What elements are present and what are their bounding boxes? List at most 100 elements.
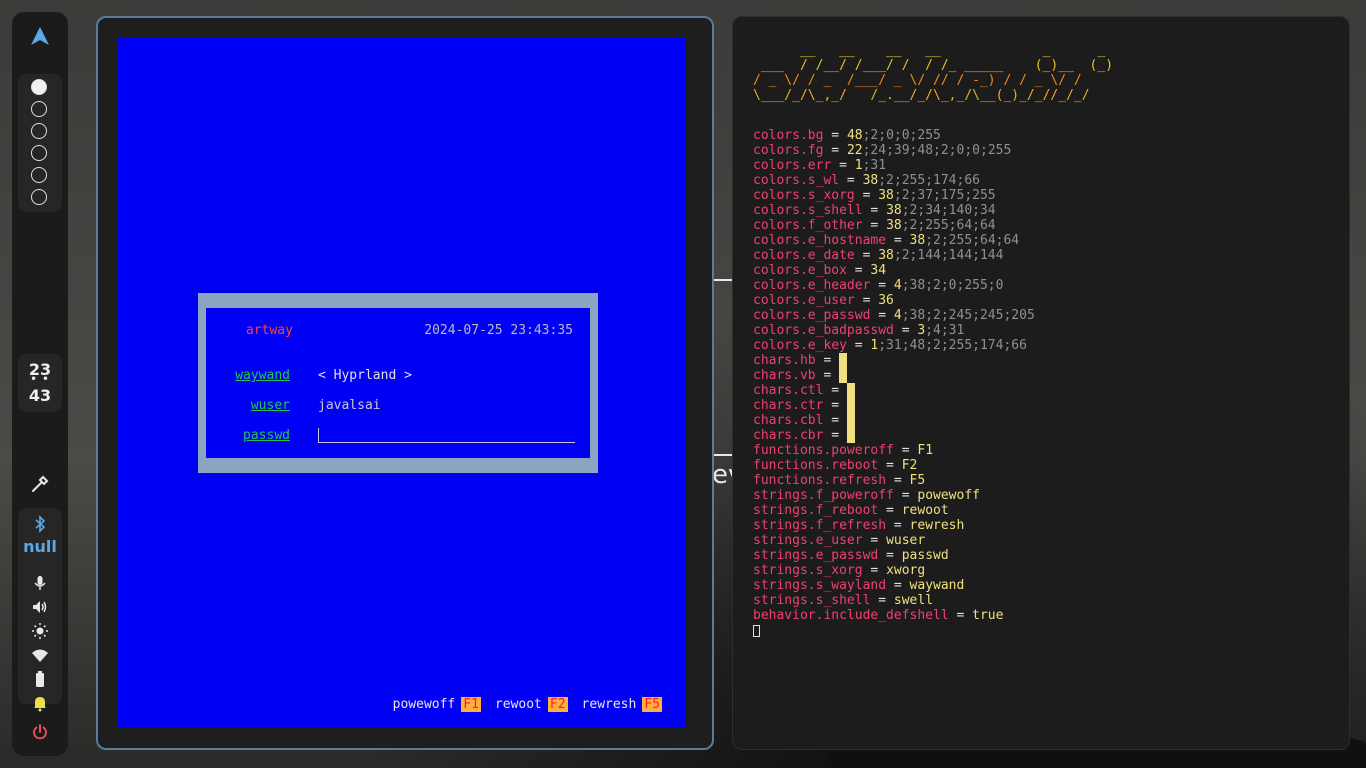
config-line: chars.cbl = [753,413,1035,443]
config-value-rest: ;24;39;48;2;0;0;255 [862,143,1012,158]
config-equals: = [878,548,902,563]
config-key: functions.refresh [753,473,887,488]
config-key: colors.f_other [753,218,863,233]
microphone-icon[interactable] [31,574,49,592]
config-value: xworg [886,563,926,578]
config-key: strings.f_poweroff [753,488,894,503]
system-tray: null [18,508,62,712]
ly-session-selector[interactable]: < Hyprland > [318,368,412,383]
config-value-rest: ;38;2;0;255;0 [901,278,1004,293]
config-equals: = [870,308,894,323]
clock-minute: 43 [28,386,52,405]
config-equals: = [823,398,847,413]
config-key: chars.cbl [753,413,824,428]
ascii-line: __ __ __ __ _ _ [753,43,1114,58]
ly-login-box: artway 2024-07-25 23:43:35 waywand < Hyp… [198,293,598,473]
config-key: strings.s_shell [753,593,871,608]
arch-logo-icon[interactable] [30,26,50,46]
config-line: chars.ctl = [753,383,1035,413]
notification-bell-icon[interactable] [31,694,49,712]
workspace-4[interactable] [31,145,47,161]
config-value: true [972,608,1004,623]
config-line: strings.e_passwd = passwd [753,548,1035,563]
ly-passwd-field[interactable] [318,428,575,443]
config-key: colors.e_badpasswd [753,323,894,338]
clock[interactable]: 23 • • 43 [18,354,62,412]
config-line: functions.reboot = F2 [753,458,1035,473]
ascii-banner: __ __ __ __ _ _ ___ / /__/ /___/ / / /_ … [753,43,1113,103]
terminal-window[interactable]: __ __ __ __ _ _ ___ / /__/ /___/ / / /_ … [732,16,1350,750]
config-value-main: 38 [862,173,879,188]
config-equals: = [823,128,847,143]
color-picker-icon[interactable] [31,475,49,493]
config-key: strings.s_wayland [753,578,887,593]
config-value: F1 [917,443,934,458]
volume-icon[interactable] [31,598,49,616]
brightness-icon[interactable] [31,622,49,640]
wifi-icon[interactable] [31,646,49,664]
workspace-5[interactable] [31,167,47,183]
config-value-main: 38 [878,188,894,203]
ly-poweroff-key: F1 [461,697,481,712]
config-key: colors.e_box [753,263,847,278]
config-line: colors.e_user = 36 [753,293,1035,308]
config-equals: = [815,353,840,368]
config-line: strings.f_poweroff = powewoff [753,488,1035,503]
config-line: functions.poweroff = F1 [753,443,1035,458]
config-line: colors.err = 1;31 [753,158,1035,173]
workspace-3[interactable] [31,123,47,139]
battery-icon[interactable] [31,670,49,688]
config-line: chars.hb = [753,353,1035,383]
config-key: colors.s_wl [753,173,840,188]
workspace-6[interactable] [31,189,47,205]
config-key: chars.vb [753,368,816,383]
char-block-glyph [846,413,855,443]
ly-screen: artway 2024-07-25 23:43:35 waywand < Hyp… [118,38,686,728]
terminal-cursor[interactable] [753,625,760,637]
config-value-main: 48 [846,128,863,143]
config-value: passwd [901,548,949,563]
config-equals: = [862,203,887,218]
config-equals: = [893,323,918,338]
config-line: strings.f_reboot = rewoot [753,503,1035,518]
ly-footer: powewoff F1 rewoot F2 rewresh F5 [385,697,662,712]
config-equals: = [862,563,887,578]
ly-datetime: 2024-07-25 23:43:35 [424,323,573,338]
config-equals: = [870,593,894,608]
ly-user-field[interactable]: javalsai [318,398,381,413]
ly-refresh-key: F5 [642,697,662,712]
config-value-rest: ;2;255;64;64 [925,233,1020,248]
config-equals: = [854,248,879,263]
config-value-main: 38 [886,218,902,233]
config-equals: = [878,458,902,473]
config-value-main: 1 [854,158,863,173]
ly-reboot-hint[interactable]: rewoot F2 [495,697,568,712]
config-line: colors.s_shell = 38;2;34;140;34 [753,203,1035,218]
config-equals: = [893,443,918,458]
bluetooth-icon[interactable] [31,515,49,533]
config-value: rewresh [909,518,965,533]
power-icon[interactable] [31,723,49,741]
config-line: colors.e_key = 1;31;48;2;255;174;66 [753,338,1035,353]
ly-preview-window[interactable]: artway 2024-07-25 23:43:35 waywand < Hyp… [96,16,714,750]
config-line: colors.e_header = 4;38;2;0;255;0 [753,278,1035,293]
workspace-2[interactable] [31,101,47,117]
config-value-main: 36 [878,293,894,308]
config-line: strings.s_shell = swell [753,593,1035,608]
config-equals: = [870,278,894,293]
config-equals: = [878,503,902,518]
config-line: behavior.include_defshell = true [753,608,1035,623]
config-value-main: 38 [886,203,902,218]
config-value-main: 4 [893,308,902,323]
config-key: functions.reboot [753,458,879,473]
config-equals: = [846,338,871,353]
ly-refresh-hint[interactable]: rewresh F5 [582,697,662,712]
config-line: colors.e_hostname = 38;2;255;64;64 [753,233,1035,248]
ascii-line: \___/_/\_,_/ /_.__/_/\_,_/\__(_)_/_//_/_… [753,88,1106,103]
config-value-main: 34 [870,263,887,278]
config-equals: = [846,263,871,278]
config-value-rest: ;2;144;144;144 [893,248,1004,263]
ly-poweroff-hint[interactable]: powewoff F1 [393,697,481,712]
config-key: behavior.include_defshell [753,608,949,623]
workspace-1[interactable] [31,79,47,95]
